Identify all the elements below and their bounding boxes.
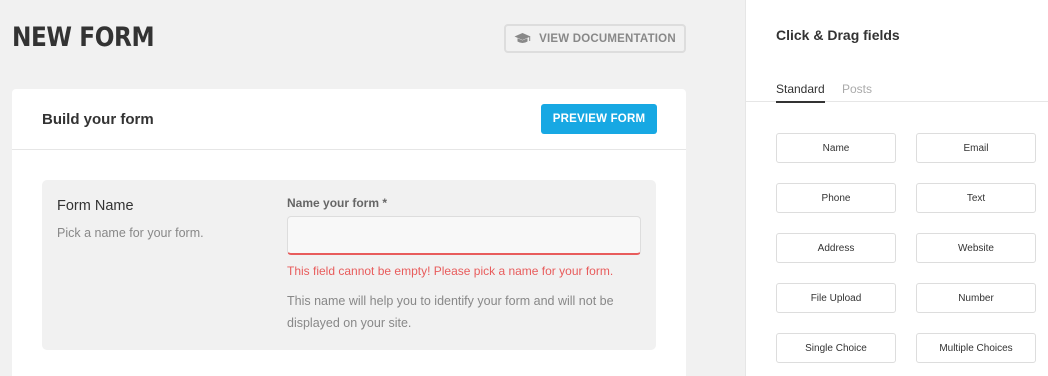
field-number[interactable]: Number xyxy=(916,283,1036,313)
tab-posts[interactable]: Posts xyxy=(842,82,872,103)
form-name-error: This field cannot be empty! Please pick … xyxy=(287,264,614,278)
field-file-upload[interactable]: File Upload xyxy=(776,283,896,313)
build-form-card: Build your form PREVIEW FORM Form Name P… xyxy=(12,89,686,376)
view-documentation-label: VIEW DOCUMENTATION xyxy=(539,32,676,45)
sidebar-title: Click & Drag fields xyxy=(776,27,900,43)
field-name[interactable]: Name xyxy=(776,133,896,163)
field-phone[interactable]: Phone xyxy=(776,183,896,213)
preview-form-button[interactable]: PREVIEW FORM xyxy=(541,104,657,134)
field-email[interactable]: Email xyxy=(916,133,1036,163)
card-title: Build your form xyxy=(42,111,154,128)
tab-standard[interactable]: Standard xyxy=(776,82,825,103)
name-field-label: Name your form * xyxy=(287,196,388,210)
graduation-cap-icon xyxy=(514,32,531,45)
form-name-description: Pick a name for your form. xyxy=(57,226,204,240)
field-text[interactable]: Text xyxy=(916,183,1036,213)
field-multiple-choices[interactable]: Multiple Choices xyxy=(916,333,1036,363)
field-website[interactable]: Website xyxy=(916,233,1036,263)
card-header: Build your form PREVIEW FORM xyxy=(12,89,686,150)
form-name-section: Form Name Pick a name for your form. Nam… xyxy=(42,180,656,350)
form-name-input[interactable] xyxy=(287,216,641,255)
field-single-choice[interactable]: Single Choice xyxy=(776,333,896,363)
fields-sidebar: Click & Drag fields Standard Posts Name … xyxy=(745,0,1048,376)
form-name-label: Form Name xyxy=(57,198,134,214)
form-name-help: This name will help you to identify your… xyxy=(287,294,614,330)
sidebar-tabs: Standard Posts xyxy=(746,80,1048,103)
field-address[interactable]: Address xyxy=(776,233,896,263)
page-title: NEW FORM xyxy=(12,22,155,53)
view-documentation-button[interactable]: VIEW DOCUMENTATION xyxy=(504,24,686,53)
main-area: NEW FORM VIEW DOCUMENTATION Build your f… xyxy=(0,0,745,376)
